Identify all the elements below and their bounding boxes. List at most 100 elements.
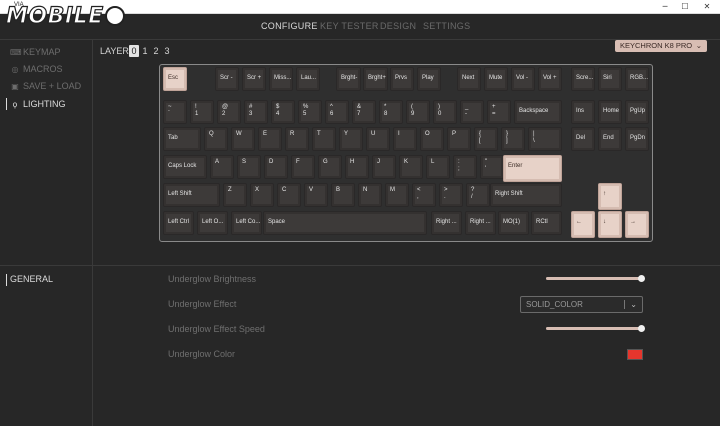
layer-2-button[interactable]: 2 [151, 45, 161, 57]
tab-key-tester[interactable]: KEY TESTER [320, 21, 379, 31]
key-g[interactable]: G [318, 155, 342, 179]
key-arrow-left[interactable]: ← [571, 211, 595, 238]
key-right-option[interactable]: Right ... [465, 211, 496, 235]
key-j[interactable]: J [372, 155, 396, 179]
key-8[interactable]: * 8 [379, 100, 403, 124]
key-semicolon[interactable]: :; [453, 155, 477, 179]
key-1[interactable]: ! 1 [190, 100, 214, 124]
key-f11[interactable]: Vol - [511, 67, 535, 91]
key-r[interactable]: R [285, 127, 309, 151]
key-y[interactable]: Y [339, 127, 363, 151]
key-d[interactable]: D [264, 155, 288, 179]
key-u[interactable]: U [366, 127, 390, 151]
key-print-screen[interactable]: Scre... [571, 67, 595, 91]
layer-1-button[interactable]: 1 [140, 45, 150, 57]
key-4[interactable]: $4 [271, 100, 295, 124]
key-quote[interactable]: " ' [480, 155, 504, 179]
key-5[interactable]: % 5 [298, 100, 322, 124]
key-equal[interactable]: + = [487, 100, 511, 124]
key-2[interactable]: @2 [217, 100, 241, 124]
key-page-down[interactable]: PgDn [625, 127, 649, 151]
key-n[interactable]: N [358, 183, 382, 207]
layer-0-button[interactable]: 0 [129, 45, 139, 57]
slider-thumb[interactable] [638, 325, 645, 332]
key-period[interactable]: >. [439, 183, 463, 207]
key-k[interactable]: K [399, 155, 423, 179]
key-7[interactable]: & 7 [352, 100, 376, 124]
key-mo1[interactable]: MO(1) [498, 211, 529, 235]
key-m[interactable]: M [385, 183, 409, 207]
minimize-button[interactable]: ─ [655, 1, 675, 13]
key-w[interactable]: W [231, 127, 255, 151]
sidebar-item-lighting[interactable]: ϙ LIGHTING [6, 98, 66, 110]
key-right-bracket[interactable]: }] [501, 127, 525, 151]
key-end[interactable]: End [598, 127, 622, 151]
key-3[interactable]: #3 [244, 100, 268, 124]
key-6[interactable]: ^ 6 [325, 100, 349, 124]
key-e[interactable]: E [258, 127, 282, 151]
key-z[interactable]: Z [223, 183, 247, 207]
key-f1[interactable]: Scr - [215, 67, 239, 91]
key-f10[interactable]: Mute [484, 67, 508, 91]
underglow-effect-select[interactable]: SOLID_COLOR ⌄ [520, 296, 643, 313]
key-f[interactable]: F [291, 155, 315, 179]
key-f2[interactable]: Scr + [242, 67, 266, 91]
keyboard-select[interactable]: KEYCHRON K8 PRO ⌄ [615, 40, 707, 52]
tab-design[interactable]: DESIGN [380, 21, 416, 31]
key-o[interactable]: O [420, 127, 444, 151]
key-f5[interactable]: Brght- [336, 67, 361, 91]
sidebar-item-keymap[interactable]: ⌨KEYMAP [10, 46, 61, 58]
underglow-color-swatch[interactable] [627, 349, 643, 360]
key-tab[interactable]: Tab [163, 127, 201, 151]
key-backslash[interactable]: | \ [528, 127, 562, 151]
key-backspace[interactable]: Backspace [514, 100, 562, 124]
key-siri[interactable]: Siri [598, 67, 622, 91]
key-insert[interactable]: Ins [571, 100, 595, 124]
key-left-shift[interactable]: Left Shift [163, 183, 220, 207]
sidebar-item-save-load[interactable]: ▣ SAVE + LOAD [10, 80, 81, 92]
key-caps-lock[interactable]: Caps Lock [163, 155, 207, 179]
key-q[interactable]: Q [204, 127, 228, 151]
tab-configure[interactable]: CONFIGURE [261, 21, 318, 31]
key-left-bracket[interactable]: {[ [474, 127, 498, 151]
key-0[interactable]: ) 0 [433, 100, 457, 124]
key-delete[interactable]: Del [571, 127, 595, 151]
key-f12[interactable]: Vol + [538, 67, 562, 91]
key-left-option[interactable]: Left O... [197, 211, 228, 235]
key-p[interactable]: P [447, 127, 471, 151]
key-v[interactable]: V [304, 183, 328, 207]
close-button[interactable]: ✕ [697, 1, 717, 13]
key-arrow-up[interactable]: ↑ [598, 183, 622, 210]
key-slash[interactable]: ? / [466, 183, 490, 207]
section-general[interactable]: GENERAL [6, 274, 53, 286]
key-t[interactable]: T [312, 127, 336, 151]
key-enter[interactable]: Enter [503, 155, 562, 182]
key-b[interactable]: B [331, 183, 355, 207]
sidebar-item-macros[interactable]: ◎ MACROS [10, 63, 63, 75]
key-page-up[interactable]: PgUp [625, 100, 649, 124]
key-f9[interactable]: Next [457, 67, 481, 91]
key-esc[interactable]: Esc [163, 67, 187, 91]
key-f3[interactable]: Miss... [269, 67, 293, 91]
key-i[interactable]: I [393, 127, 417, 151]
key-right-shift[interactable]: Right Shift [490, 183, 562, 207]
key-minus[interactable]: _ - [460, 100, 484, 124]
key-x[interactable]: X [250, 183, 274, 207]
key-arrow-down[interactable]: ↓ [598, 211, 622, 238]
key-9[interactable]: (9 [406, 100, 430, 124]
key-home[interactable]: Home [598, 100, 622, 124]
key-a[interactable]: A [210, 155, 234, 179]
key-f8[interactable]: Play [417, 67, 441, 91]
key-f4[interactable]: Lau... [296, 67, 320, 91]
key-comma[interactable]: <, [412, 183, 436, 207]
key-h[interactable]: H [345, 155, 369, 179]
key-left-ctrl[interactable]: Left Ctrl [163, 211, 194, 235]
key-space[interactable]: Space [263, 211, 427, 235]
key-left-command[interactable]: Left Co... [231, 211, 262, 235]
key-c[interactable]: C [277, 183, 301, 207]
key-s[interactable]: S [237, 155, 261, 179]
key-tilde[interactable]: ~ ` [163, 100, 187, 124]
key-right-command[interactable]: Right ... [431, 211, 462, 235]
key-l[interactable]: L [426, 155, 450, 179]
key-rgb[interactable]: RGB... [625, 67, 649, 91]
